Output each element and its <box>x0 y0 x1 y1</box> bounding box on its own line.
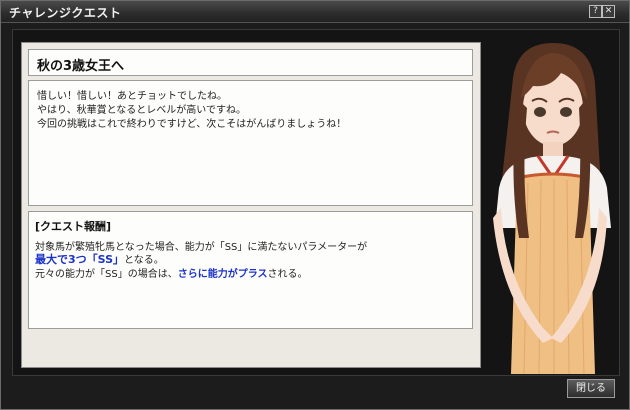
quest-name: 秋の3歳女王へ <box>37 59 125 74</box>
quest-reward-box: [クエスト報酬] 対象馬が繁殖牝馬となった場合、能力が「SS」に満たないパラメー… <box>28 211 473 329</box>
quest-title-box: 秋の3歳女王へ <box>28 49 473 76</box>
title-bar: チャレンジクエスト ? ✕ <box>1 1 629 23</box>
quest-panel: 秋の3歳女王へ 惜しい！惜しい！あとチョットでしたね。 やはり、秋華賞となるとレ… <box>21 42 481 368</box>
reward-line-3-prefix: 元々の能力が「SS」の場合は、 <box>35 269 178 280</box>
message-line: やはり、秋華賞となるとレベルが高いですね。 <box>37 105 246 116</box>
window-title: チャレンジクエスト <box>9 6 122 20</box>
left-eye <box>534 107 546 117</box>
content-area: 秋の3歳女王へ 惜しい！惜しい！あとチョットでしたね。 やはり、秋華賞となるとレ… <box>12 29 620 376</box>
quest-message-box: 惜しい！惜しい！あとチョットでしたね。 やはり、秋華賞となるとレベルが高いですね… <box>28 80 473 206</box>
reward-line-3: 元々の能力が「SS」の場合は、さらに能力がプラスされる。 <box>35 265 308 280</box>
reward-heading: [クエスト報酬] <box>35 220 112 233</box>
reward-line-3-suffix: される。 <box>267 269 308 280</box>
right-eye <box>560 107 572 117</box>
help-button[interactable]: ? <box>589 5 602 18</box>
close-button[interactable]: 閉じる <box>567 379 615 398</box>
character-portrait <box>493 43 611 374</box>
message-line: 惜しい！惜しい！あとチョットでしたね。 <box>37 91 227 102</box>
reward-highlight-plus: さらに能力がプラス <box>177 269 268 280</box>
close-icon[interactable]: ✕ <box>602 5 615 18</box>
message-line: 今回の挑戦はこれで終わりですけど、次こそはがんばりましょうね！ <box>37 119 347 130</box>
challenge-quest-window: チャレンジクエスト ? ✕ 秋の3歳女王へ 惜しい！惜しい！あとチョットでしたね… <box>0 0 630 410</box>
